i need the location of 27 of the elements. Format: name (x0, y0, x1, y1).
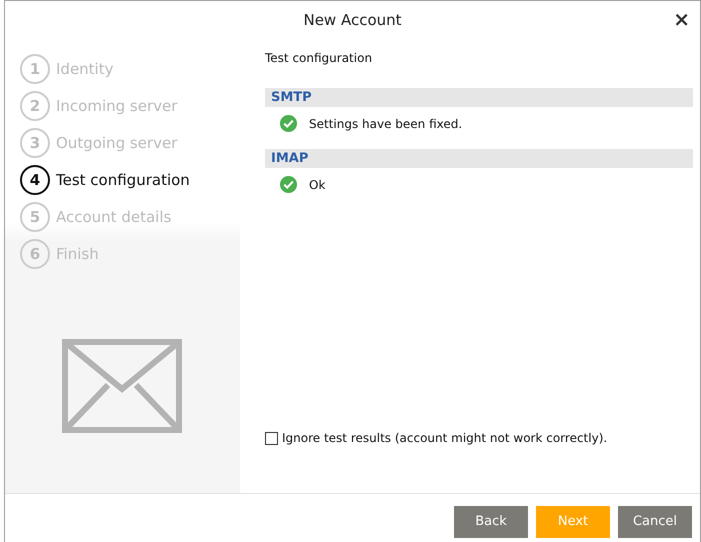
checkbox-label[interactable]: Ignore test results (account might not work correctly). (282, 431, 608, 445)
section-header: IMAP (265, 149, 693, 168)
envelope-icon (62, 339, 182, 433)
next-button[interactable]: Next (536, 506, 610, 538)
section-header: SMTP (265, 88, 693, 107)
check-icon (279, 114, 298, 133)
window-title: New Account (303, 11, 402, 29)
step-number: 1 (20, 54, 50, 84)
close-button[interactable]: × (669, 9, 694, 29)
step-number: 6 (20, 239, 50, 269)
status-message: Ok (309, 178, 326, 192)
checkbox[interactable] (265, 432, 278, 444)
step-label[interactable]: Account details (56, 208, 172, 226)
step-label[interactable]: Incoming server (56, 97, 178, 115)
dialog-button[interactable]: Back (454, 506, 528, 538)
page-title: Test configuration (265, 51, 374, 65)
step-number: 4 (20, 165, 50, 195)
dialog-button[interactable]: Cancel (618, 506, 692, 538)
step-number: 5 (20, 202, 50, 232)
step-label[interactable]: Outgoing server (56, 134, 178, 152)
step-number: 3 (20, 128, 50, 158)
check-icon (279, 175, 298, 194)
status-message: Settings have been fixed. (309, 116, 462, 130)
step-label[interactable]: Test configuration (56, 171, 190, 189)
step-label[interactable]: Finish (56, 245, 99, 263)
step-number: 2 (20, 91, 50, 121)
step-label[interactable]: Identity (56, 60, 114, 78)
